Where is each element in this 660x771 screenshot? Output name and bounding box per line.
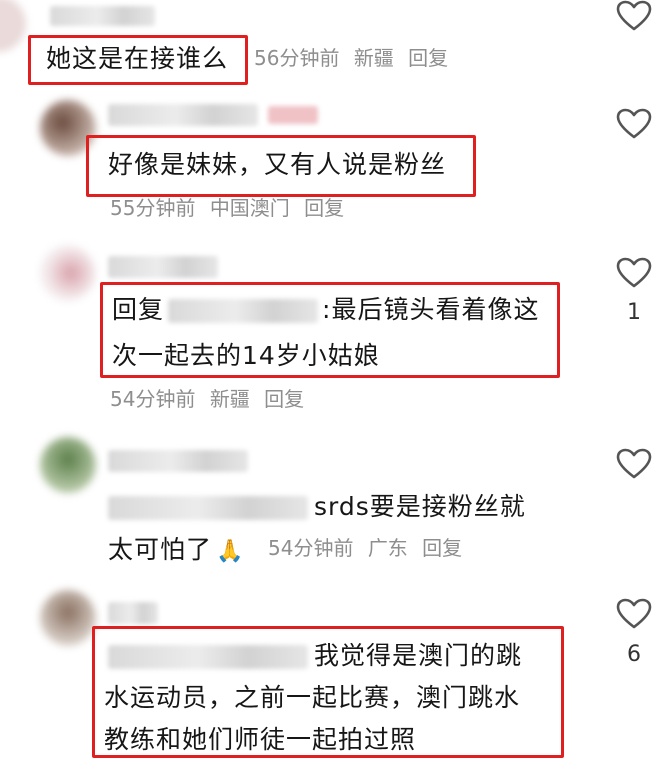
comment-time: 54分钟前 bbox=[110, 387, 196, 411]
avatar[interactable] bbox=[40, 437, 96, 493]
username-blurred[interactable] bbox=[108, 602, 158, 624]
reply-button[interactable]: 回复 bbox=[408, 46, 448, 70]
comment-line-1: 回复 :最后镜头看着像这 bbox=[112, 286, 539, 334]
comment-location: 广东 bbox=[367, 536, 408, 560]
comment-time: 56分钟前 bbox=[254, 46, 340, 70]
heart-icon[interactable] bbox=[616, 0, 652, 32]
like-count: 1 bbox=[627, 300, 641, 325]
avatar[interactable] bbox=[40, 590, 96, 646]
comment-meta: 54分钟前 广东 回复 bbox=[268, 533, 462, 563]
comment-line-1: srds要是接粉丝就 bbox=[108, 483, 526, 531]
comment-text: 好像是妹妹，又有人说是粉丝 bbox=[108, 150, 447, 179]
badge-blurred bbox=[268, 106, 318, 124]
username-blurred[interactable] bbox=[108, 104, 258, 126]
reply-prefix[interactable]: 回复 bbox=[112, 295, 164, 324]
mention-blurred[interactable] bbox=[108, 496, 308, 520]
pray-emoji-icon: 🙏 bbox=[216, 539, 245, 564]
reply-button[interactable]: 回复 bbox=[264, 387, 304, 411]
reply-button[interactable]: 回复 bbox=[304, 196, 344, 220]
heart-icon[interactable] bbox=[616, 598, 652, 630]
heart-icon[interactable] bbox=[616, 108, 652, 140]
comment-text: 我觉得是澳门的跳 bbox=[314, 641, 523, 670]
comment-location: 新疆 bbox=[353, 46, 394, 70]
username-blurred[interactable] bbox=[50, 6, 155, 26]
comment-line-2: 次一起去的14岁小姑娘 bbox=[112, 341, 380, 370]
comment-time: 54分钟前 bbox=[268, 536, 354, 560]
avatar[interactable] bbox=[0, 0, 26, 52]
comment-location: 新疆 bbox=[209, 387, 250, 411]
comment-line-2: 水运动员，之前一起比赛，澳门跳水 bbox=[104, 683, 521, 712]
avatar[interactable] bbox=[40, 245, 96, 301]
comment-meta: 54分钟前 新疆 回复 bbox=[110, 384, 304, 414]
like-count: 6 bbox=[627, 642, 641, 667]
comment-text: 她这是在接谁么 bbox=[46, 44, 229, 73]
mention-blurred[interactable] bbox=[108, 645, 308, 669]
comment-time: 55分钟前 bbox=[110, 196, 196, 220]
comment-text: srds要是接粉丝就 bbox=[314, 492, 526, 521]
comment-meta: 55分钟前 中国澳门 回复 bbox=[110, 193, 344, 223]
reply-button[interactable]: 回复 bbox=[422, 536, 462, 560]
heart-icon[interactable] bbox=[616, 448, 652, 480]
comment-meta: 56分钟前 新疆 回复 bbox=[254, 43, 448, 73]
mention-blurred[interactable] bbox=[168, 299, 319, 323]
comment-line-2: 太可怕了 🙏 bbox=[108, 526, 244, 576]
heart-icon[interactable] bbox=[616, 257, 652, 289]
username-blurred[interactable] bbox=[108, 256, 218, 278]
comment-location: 中国澳门 bbox=[209, 196, 290, 220]
comment-text: 太可怕了 bbox=[108, 535, 213, 564]
comment-line-3: 教练和她们师徒一起拍过照 bbox=[104, 725, 417, 754]
comment-text: :最后镜头看着像这 bbox=[322, 295, 540, 324]
username-blurred[interactable] bbox=[108, 450, 248, 472]
comment-line-1: 我觉得是澳门的跳 bbox=[108, 632, 522, 680]
